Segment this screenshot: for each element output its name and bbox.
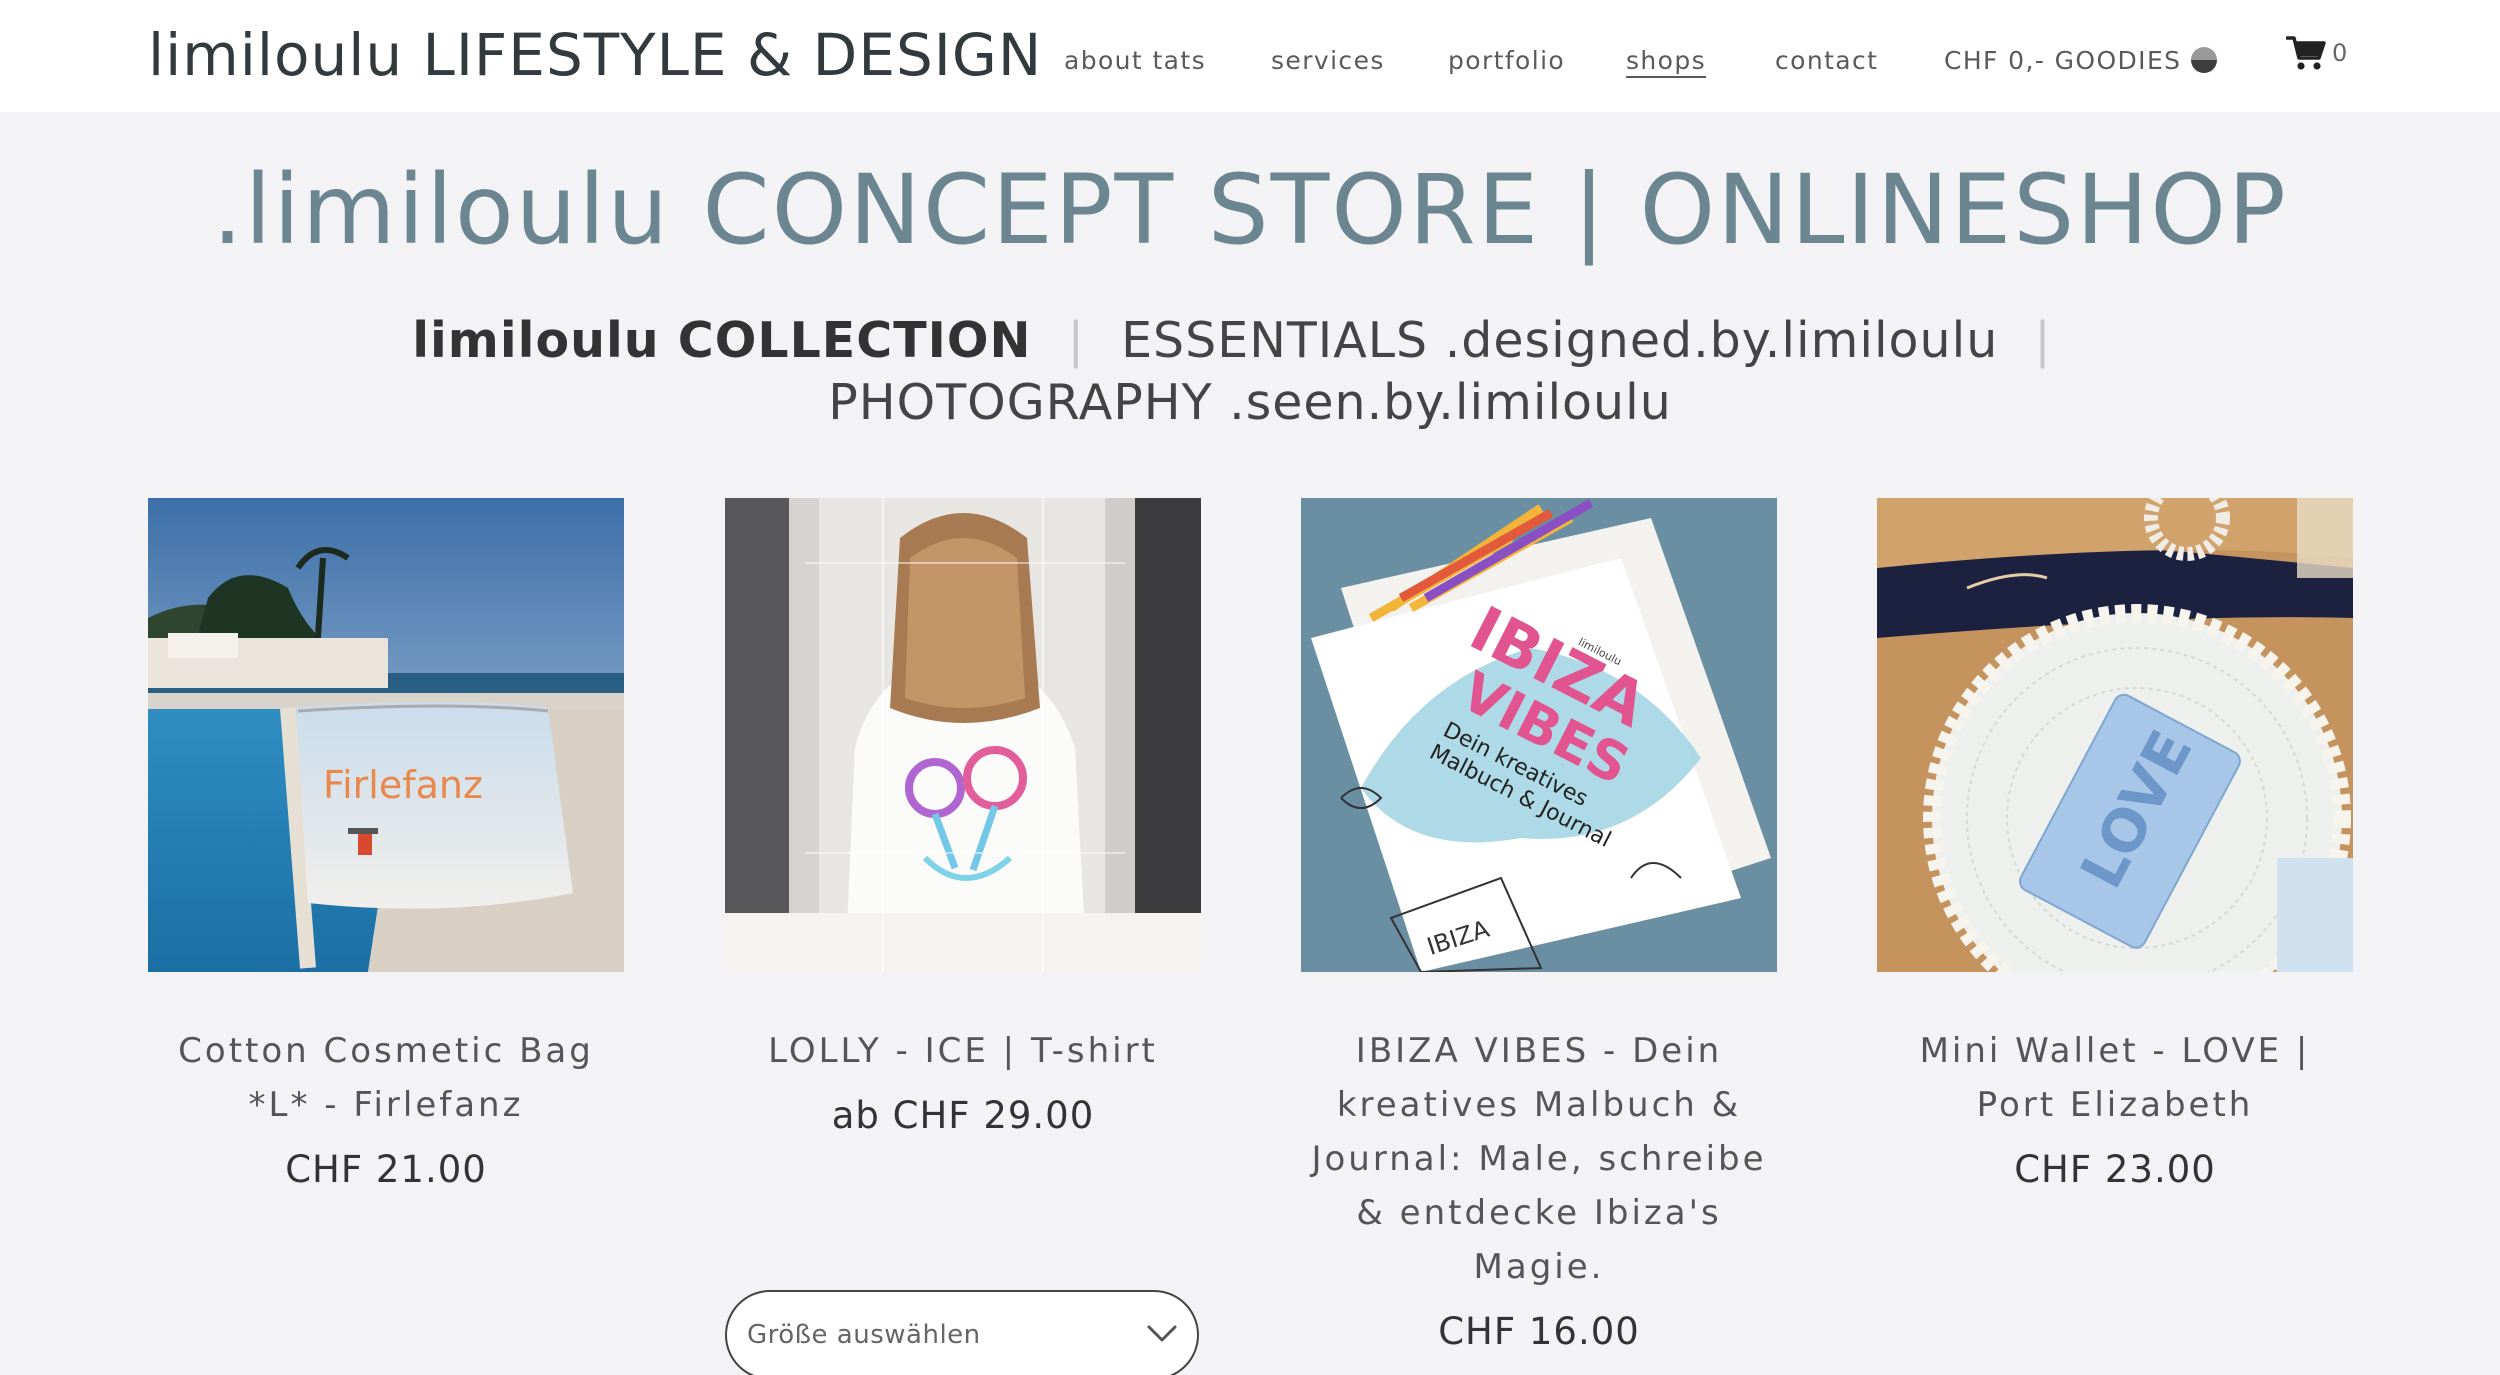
shopping-cart-icon [2286, 36, 2326, 70]
product-name[interactable]: IBIZA VIBES - Dein kreatives Malbuch & J… [1301, 1024, 1777, 1294]
site-header: limiloulu LIFESTYLE & DESIGN about tats … [0, 0, 2500, 112]
collection-links: limiloulu COLLECTION | ESSENTIALS .designe… [0, 310, 2500, 434]
chevron-down-icon [1147, 1325, 1177, 1342]
collection-separator: | [1067, 312, 1086, 369]
bag-print-text: Firlefanz [323, 763, 483, 807]
nav-goodies[interactable]: CHF 0,- GOODIES [1944, 44, 2218, 78]
ibiza-book-photo: IBIZA VIBES Dein kreatives Malbuch & Jou… [1301, 498, 1777, 972]
product-name[interactable]: LOLLY - ICE | T-shirt [725, 1024, 1201, 1078]
product-price: CHF 16.00 [1438, 1310, 1640, 1353]
cart-count: 0 [2332, 39, 2348, 67]
product-card: LOLLY - ICE | T-shirt ab CHF 29.00 [725, 498, 1201, 1137]
nav-services[interactable]: services [1271, 44, 1385, 78]
site-logo[interactable]: limiloulu LIFESTYLE & DESIGN [148, 20, 1042, 90]
product-price: CHF 23.00 [2014, 1148, 2216, 1191]
product-image-cosmetic-bag[interactable]: Firlefanz [148, 498, 624, 972]
product-card: Firlefanz Cotton Cosmetic Bag *L* - Firl… [148, 498, 624, 1191]
product-card: IBIZA VIBES Dein kreatives Malbuch & Jou… [1301, 498, 1777, 1353]
product-image-lolly-ice-tshirt[interactable] [725, 498, 1201, 972]
goodies-badge-icon [2191, 47, 2218, 73]
size-select-dropdown[interactable]: Größe auswählen [725, 1290, 1199, 1375]
collection-link-limiloulu[interactable]: limiloulu COLLECTION [412, 312, 1031, 369]
page-title: .limiloulu CONCEPT STORE | ONLINESHOP [212, 154, 2288, 266]
product-price: CHF 21.00 [285, 1148, 487, 1191]
mini-wallet-photo: LOVE [1877, 498, 2353, 972]
collection-link-essentials[interactable]: ESSENTIALS .designed.by.limiloulu [1121, 312, 1998, 369]
tshirt-photo [725, 498, 1201, 972]
collection-separator: | [2034, 312, 2052, 369]
nav-contact[interactable]: contact [1775, 44, 1878, 78]
product-card: LOVE Mini Wallet - LOVE | Port Elizabeth… [1877, 498, 2353, 1191]
cosmetic-bag-photo: Firlefanz [148, 498, 624, 972]
product-name[interactable]: Cotton Cosmetic Bag *L* - Firlefanz [148, 1024, 624, 1132]
nav-portfolio[interactable]: portfolio [1448, 44, 1565, 78]
nav-about-tats[interactable]: about tats [1064, 44, 1206, 78]
goodies-label: CHF 0,- GOODIES [1944, 46, 2182, 75]
collection-link-photography[interactable]: PHOTOGRAPHY .seen.by.limiloulu [828, 374, 1672, 431]
product-name[interactable]: Mini Wallet - LOVE | Port Elizabeth [1877, 1024, 2353, 1132]
product-image-ibiza-vibes-book[interactable]: IBIZA VIBES Dein kreatives Malbuch & Jou… [1301, 498, 1777, 972]
cart-button[interactable]: 0 [2286, 34, 2347, 72]
nav-shops[interactable]: shops [1626, 44, 1706, 78]
product-image-mini-wallet[interactable]: LOVE [1877, 498, 2353, 972]
size-select-placeholder: Größe auswählen [747, 1320, 981, 1350]
product-price: ab CHF 29.00 [831, 1094, 1095, 1137]
